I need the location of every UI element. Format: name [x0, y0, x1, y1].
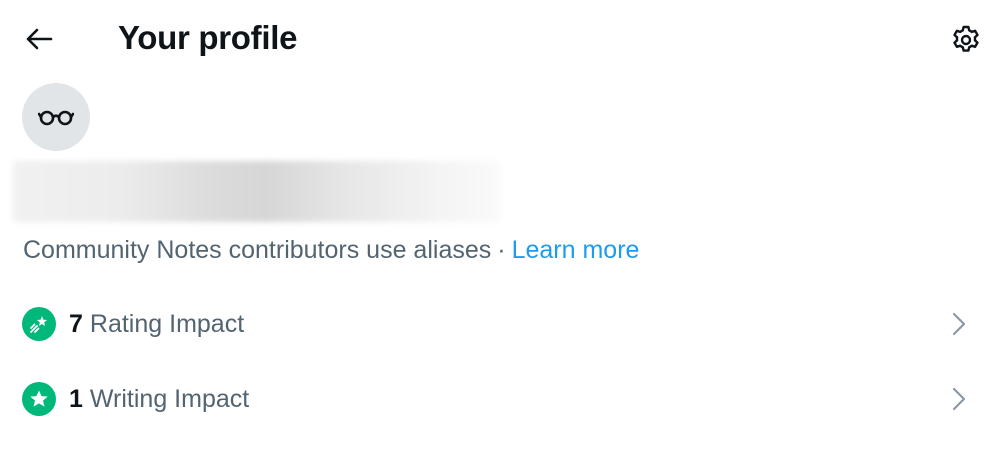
rating-impact-text: 7 Rating Impact	[69, 309, 244, 339]
settings-button[interactable]	[946, 20, 986, 60]
chevron-right-icon	[948, 384, 970, 414]
learn-more-link[interactable]: Learn more	[512, 236, 640, 264]
page-title: Your profile	[118, 19, 298, 56]
writing-impact-text: 1 Writing Impact	[69, 384, 249, 414]
profile-page: Your profile Community Notes contributor…	[0, 0, 1000, 451]
writing-impact-count: 1	[69, 385, 83, 413]
blurred-alias-name	[13, 161, 500, 222]
rating-impact-label: Rating Impact	[89, 310, 245, 338]
writing-impact-row[interactable]: 1 Writing Impact	[0, 369, 1000, 429]
arrow-left-icon	[26, 28, 53, 50]
gear-icon	[953, 25, 979, 52]
chevron-right-icon	[948, 309, 970, 339]
back-button[interactable]	[18, 20, 60, 58]
writing-impact-label: Writing Impact	[89, 385, 250, 413]
rating-impact-icon	[22, 307, 56, 341]
alias-note: Community Notes contributors use aliases…	[23, 235, 639, 265]
header: Your profile	[0, 0, 1000, 78]
rating-impact-row[interactable]: 7 Rating Impact	[0, 294, 1000, 354]
glasses-icon	[38, 110, 74, 126]
avatar	[22, 83, 90, 151]
writing-impact-icon	[22, 382, 56, 416]
rating-impact-count: 7	[69, 310, 83, 338]
alias-note-text: Community Notes contributors use aliases	[23, 236, 492, 264]
star-icon	[30, 390, 48, 407]
separator: ·	[497, 236, 506, 264]
